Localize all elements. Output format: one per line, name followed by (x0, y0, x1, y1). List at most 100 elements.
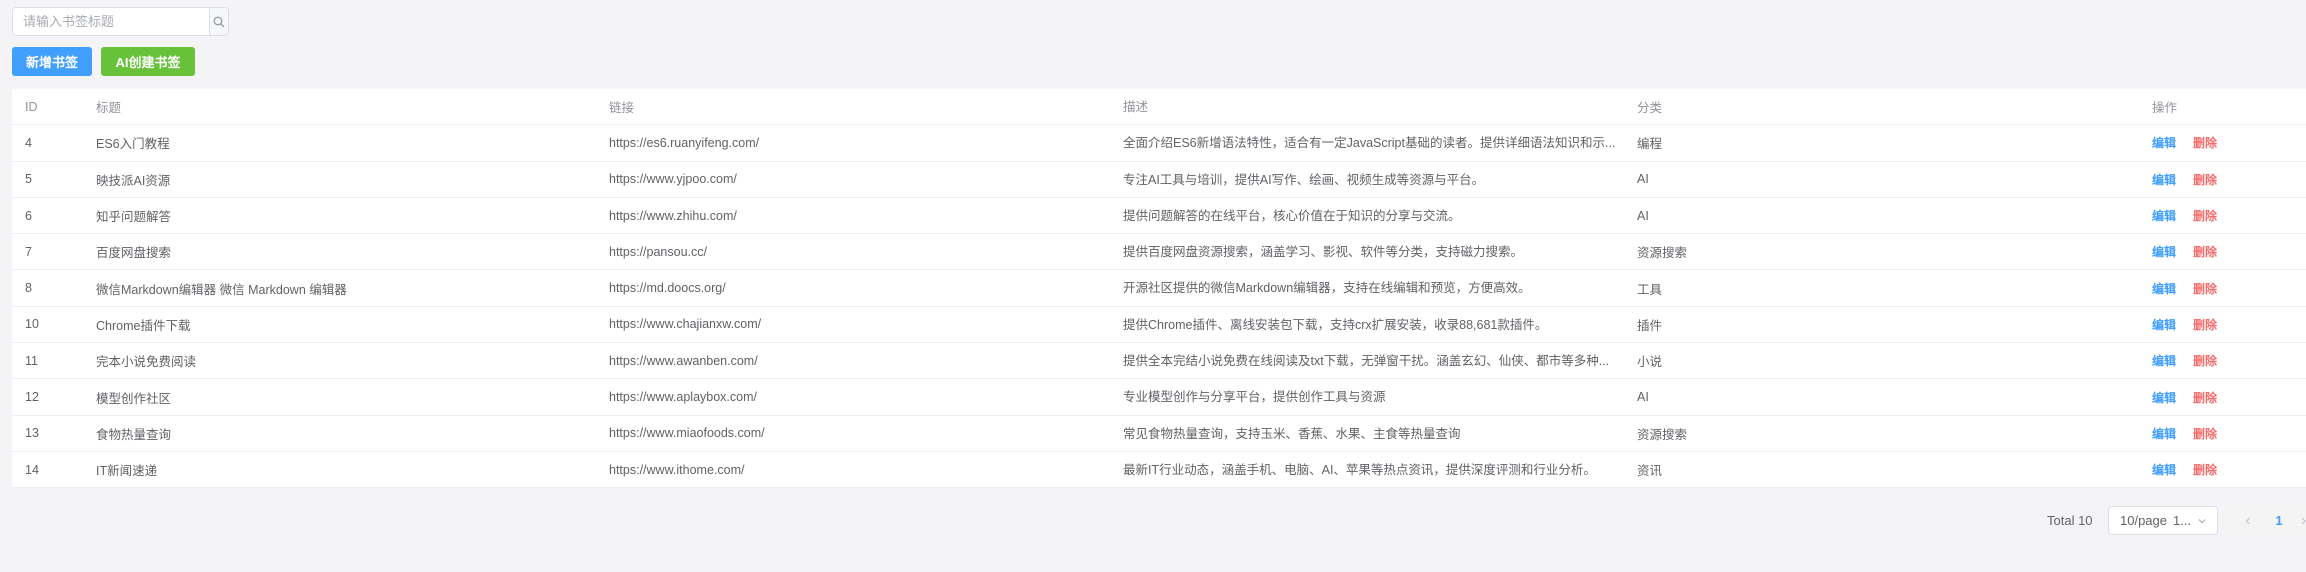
row-category: 资源搜索 (1637, 427, 1688, 442)
edit-button[interactable]: 编辑 (2152, 425, 2176, 442)
column-header-link: 链接 (609, 101, 635, 116)
row-title: ES6入门教程 (96, 137, 170, 152)
search-input[interactable] (13, 8, 209, 35)
page-size-select[interactable]: 10/page 1... (2108, 506, 2218, 535)
row-category: 资源搜索 (1637, 246, 1688, 261)
table-row: 11 完本小说免费阅读 https://www.awanben.com/提供全本完结… (12, 343, 2306, 380)
delete-button[interactable]: 删除 (2193, 352, 2217, 369)
ai-create-bookmark-button[interactable]: AI创建书签 (101, 47, 195, 76)
row-actions: 编辑 删除 (2152, 379, 2302, 414)
row-title: 模型创作社区 (96, 391, 172, 406)
edit-button[interactable]: 编辑 (2152, 243, 2176, 260)
delete-button[interactable]: 删除 (2193, 134, 2217, 151)
table-body: 4 ES6入门教程 https://es6.ruanyifeng.com/全面介绍E… (12, 125, 2306, 489)
row-description: 专业模型创作与分享平台，提供创作工具与资源 (1123, 390, 1386, 405)
row-id: 5 (25, 172, 32, 187)
table-row: 7 百度网盘搜索 https://pansou.cc/提供百度网盘资源搜索，涵盖学习… (12, 234, 2306, 271)
row-link: https://www.aplaybox.com/ (609, 390, 757, 405)
table-row: 6 知乎问题解答 https://www.zhihu.com/提供问题解答的在线平台… (12, 198, 2306, 235)
row-category: AI (1637, 390, 1649, 405)
next-page-button[interactable] (2296, 506, 2306, 535)
row-id: 7 (25, 244, 32, 259)
row-description: 提供全本完结小说免费在线阅读及txt下载，无弹窗干扰。涵盖玄幻、仙侠、都市等多种… (1123, 354, 1610, 369)
row-category: 小说 (1637, 355, 1663, 370)
row-actions: 编辑 删除 (2152, 198, 2302, 233)
table-row: 14 IT新闻速递 https://www.ithome.com/最新IT行业动态，… (12, 452, 2306, 489)
search-button[interactable] (209, 8, 228, 35)
chevron-down-icon (2198, 519, 2206, 524)
row-link: https://es6.ruanyifeng.com/ (609, 135, 760, 150)
row-actions: 编辑 删除 (2152, 270, 2302, 305)
edit-button[interactable]: 编辑 (2152, 280, 2176, 297)
table-row: 8 微信Markdown编辑器 微信 Markdown 编辑器 https://md… (12, 270, 2306, 307)
edit-button[interactable]: 编辑 (2152, 171, 2176, 188)
chevron-left-icon (2245, 517, 2250, 524)
delete-button[interactable]: 删除 (2193, 389, 2217, 406)
row-id: 4 (25, 135, 32, 150)
row-title: 完本小说免费阅读 (96, 355, 197, 370)
prev-page-button[interactable] (2234, 506, 2262, 535)
edit-button[interactable]: 编辑 (2152, 389, 2176, 406)
edit-button[interactable]: 编辑 (2152, 316, 2176, 333)
delete-button[interactable]: 删除 (2193, 280, 2217, 297)
row-actions: 编辑 删除 (2152, 416, 2302, 451)
column-header-description: 描述 (1123, 100, 1149, 114)
column-header-title: 标题 (96, 101, 122, 116)
page-number-current[interactable]: 1 (2264, 506, 2294, 535)
row-title: 微信Markdown编辑器 微信 Markdown 编辑器 (96, 282, 347, 297)
delete-button[interactable]: 删除 (2193, 316, 2217, 333)
delete-button[interactable]: 删除 (2193, 207, 2217, 224)
delete-button[interactable]: 删除 (2193, 425, 2217, 442)
delete-button[interactable]: 删除 (2193, 243, 2217, 260)
row-link: https://www.yjpoo.com/ (609, 172, 737, 187)
page-size-suffix: 1... (2173, 513, 2192, 528)
row-description: 最新IT行业动态，涵盖手机、电脑、AI、苹果等热点资讯，提供深度评测和行业分析。 (1123, 462, 1596, 477)
row-id: 14 (25, 462, 39, 477)
pagination-total: Total 10 (2047, 513, 2093, 528)
row-description: 提供问题解答的在线平台，核心价值在于知识的分享与交流。 (1123, 208, 1461, 223)
row-id: 8 (25, 281, 32, 296)
search-box (12, 7, 229, 36)
row-category: 资讯 (1637, 464, 1663, 479)
row-category: 插件 (1637, 318, 1663, 333)
delete-button[interactable]: 删除 (2193, 461, 2217, 478)
row-description: 提供Chrome插件、离线安装包下载，支持crx扩展安装，收录88,681款插件… (1123, 317, 1548, 332)
edit-button[interactable]: 编辑 (2152, 461, 2176, 478)
row-description: 提供百度网盘资源搜索，涵盖学习、影视、软件等分类，支持磁力搜索。 (1123, 245, 1524, 260)
row-id: 12 (25, 390, 39, 405)
row-category: 工具 (1637, 282, 1663, 297)
delete-button[interactable]: 删除 (2193, 171, 2217, 188)
row-id: 13 (25, 426, 39, 441)
table-row: 10 Chrome插件下载 https://www.chajianxw.com/提供… (12, 307, 2306, 344)
add-bookmark-button[interactable]: 新增书签 (12, 47, 92, 76)
edit-button[interactable]: 编辑 (2152, 352, 2176, 369)
bookmark-table: ID 标题 链接 描述 分类 操作 4 ES6入门教程 https://es6.ru… (12, 89, 2306, 489)
row-link: https://www.zhihu.com/ (609, 208, 737, 223)
row-link: https://md.doocs.org/ (609, 281, 726, 296)
row-link: https://pansou.cc/ (609, 244, 707, 259)
row-title: IT新闻速递 (96, 464, 158, 479)
row-title: 知乎问题解答 (96, 210, 172, 225)
row-description: 全面介绍ES6新增语法特性，适合有一定JavaScript基础的读者。提供详细语… (1123, 136, 1616, 151)
row-category: AI (1637, 172, 1649, 187)
row-id: 10 (25, 317, 39, 332)
table-row: 5 映技派AI资源 https://www.yjpoo.com/专注AI工具与培训，… (12, 162, 2306, 198)
row-actions: 编辑 删除 (2152, 307, 2302, 342)
search-icon (213, 16, 225, 27)
row-category: 编程 (1637, 137, 1663, 152)
row-link: https://www.awanben.com/ (609, 353, 758, 368)
column-header-actions: 操作 (2152, 101, 2178, 116)
row-id: 6 (25, 208, 32, 223)
row-description: 开源社区提供的微信Markdown编辑器，支持在线编辑和预览，方便高效。 (1123, 281, 1531, 296)
row-link: https://www.ithome.com/ (609, 462, 745, 477)
edit-button[interactable]: 编辑 (2152, 207, 2176, 224)
row-title: 百度网盘搜索 (96, 246, 172, 261)
edit-button[interactable]: 编辑 (2152, 134, 2176, 151)
row-category: AI (1637, 208, 1649, 223)
row-description: 专注AI工具与培训，提供AI写作、绘画、视频生成等资源与平台。 (1123, 172, 1485, 187)
row-title: 映技派AI资源 (96, 173, 171, 188)
column-header-category: 分类 (1637, 101, 1663, 116)
table-row: 13 食物热量查询 https://www.miaofoods.com/常见食物热量… (12, 416, 2306, 452)
row-link: https://www.miaofoods.com/ (609, 426, 765, 441)
table-row: 4 ES6入门教程 https://es6.ruanyifeng.com/全面介绍E… (12, 125, 2306, 162)
